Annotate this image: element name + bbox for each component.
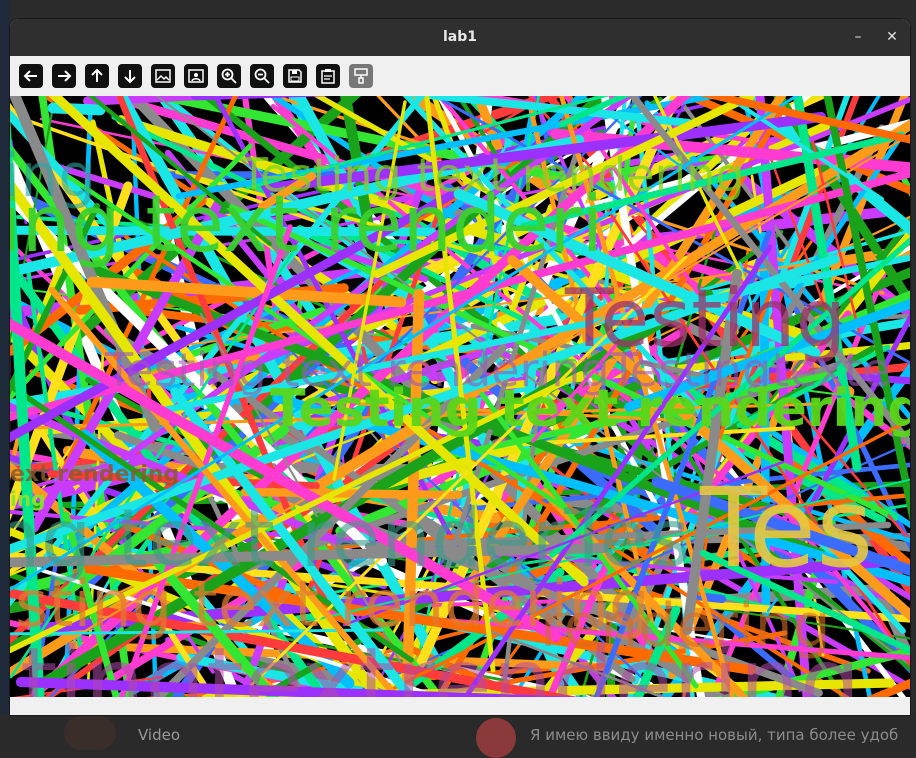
canvas-text: tingtextrendering xyxy=(20,627,861,697)
canvas-text: ing text renderi xyxy=(10,180,603,270)
image-edit-button[interactable] xyxy=(184,64,208,88)
close-button[interactable]: ✕ xyxy=(882,27,902,47)
back-button[interactable] xyxy=(19,64,43,88)
save-button[interactable] xyxy=(283,64,307,88)
minimize-button[interactable]: – xyxy=(848,27,868,47)
canvas-text: Testing text rendering xyxy=(270,379,910,439)
clipboard-button[interactable] xyxy=(316,64,340,88)
image-edit-icon xyxy=(188,69,204,83)
rendered-image: Testing text renderinging text renderiti… xyxy=(10,96,910,697)
background-video-label: Video xyxy=(138,726,181,744)
paint-brush-icon xyxy=(354,68,368,84)
toolbar xyxy=(10,56,910,96)
clipboard-icon xyxy=(321,69,335,84)
zoom-out-icon xyxy=(254,68,270,84)
arrow-down-icon xyxy=(124,70,136,84)
background-avatar xyxy=(64,716,116,750)
zoom-in-icon xyxy=(221,68,237,84)
canvas-text: ting xyxy=(10,141,96,211)
up-button[interactable] xyxy=(85,64,109,88)
desktop-left-strip xyxy=(0,0,10,753)
zoom-in-button[interactable] xyxy=(217,64,241,88)
zoom-out-button[interactable] xyxy=(250,64,274,88)
image-button[interactable] xyxy=(151,64,175,88)
background-chat-preview: Я имею ввиду именно новый, типа более уд… xyxy=(530,726,899,744)
arrow-up-icon xyxy=(91,68,103,82)
desktop-background-bar: Video Я имею ввиду именно новый, типа бо… xyxy=(0,714,916,758)
window-title: lab1 xyxy=(442,29,477,45)
canvas-text: ext rendering xyxy=(10,462,179,487)
paint-button[interactable] xyxy=(349,64,373,88)
background-chat-avatar xyxy=(476,718,516,758)
down-button[interactable] xyxy=(118,64,142,88)
title-bar[interactable]: lab1 – ✕ xyxy=(10,19,910,56)
app-window: lab1 – ✕ Testing text rendering ing text… xyxy=(10,19,910,715)
back-icon xyxy=(23,70,37,82)
forward-button[interactable] xyxy=(52,64,76,88)
save-icon xyxy=(288,69,302,83)
forward-icon xyxy=(58,70,72,82)
image-icon xyxy=(155,69,171,83)
status-area xyxy=(10,697,910,715)
drawing-canvas[interactable]: Testing text renderinging text renderiti… xyxy=(10,96,910,697)
canvas-text: Tes xyxy=(699,464,874,592)
